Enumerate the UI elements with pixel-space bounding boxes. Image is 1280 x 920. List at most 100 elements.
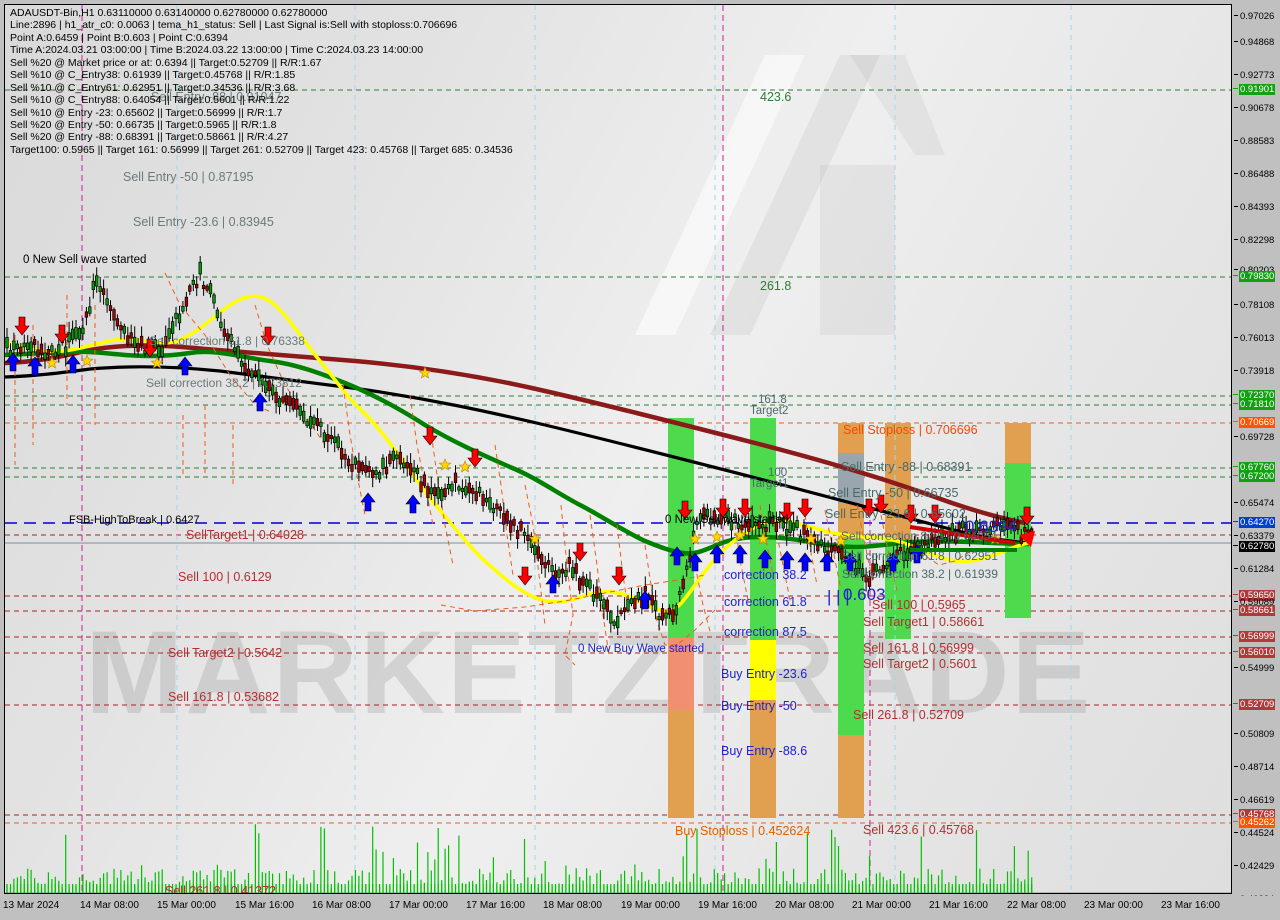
point-b-ticks: | | | [827, 587, 850, 606]
label-sell-target2-left: Sell Target2 | 0.5642 [168, 646, 283, 660]
header-line-11: Target100: 0.5965 || Target 161: 0.56999… [10, 143, 513, 156]
time-tick-9: 19 Mar 16:00 [698, 900, 757, 911]
tick-mark [1234, 206, 1238, 207]
label-target1-mid: Target1 [750, 478, 789, 490]
price-tick-13: 0.73918 [1233, 366, 1280, 377]
label-sell-correction-618: Sell correction 61.8 | 0.62951 [842, 549, 998, 563]
tick-mark [1234, 865, 1238, 866]
price-axis[interactable]: 0.97026 0.94868 0.92773 0.91901 0.90678 0.885… [1233, 4, 1280, 905]
time-tick-15: 23 Mar 16:00 [1161, 900, 1220, 911]
price-tick-label: 0.54999 [1240, 663, 1275, 674]
time-tick-8: 19 Mar 00:00 [621, 900, 680, 911]
tick-lead [1233, 88, 1238, 89]
price-tick-label: 0.70669 [1239, 417, 1276, 428]
header-line-5: Sell %10 @ C_Entry38: 0.61939 || Target:… [10, 69, 296, 82]
price-tick-7: 0.84393 [1233, 202, 1280, 213]
label-fsb-hightobreak: FSB-HighToBreak | 0.6427 [69, 514, 200, 526]
price-tick-5: 0.88583 [1233, 136, 1280, 147]
label-sell-2618-bottom: Sell 261.8 | 0.41372 [165, 884, 276, 894]
label-new-sell-wave-2: 0 New Sell wave started [665, 514, 789, 526]
price-tick-label: 0.92773 [1240, 70, 1275, 81]
price-tick-33: 0.48714 [1233, 762, 1280, 773]
tick-mark [1234, 140, 1238, 141]
time-tick-13: 22 Mar 08:00 [1007, 900, 1066, 911]
header-line-6: Sell %10 @ C_Entry61: 0.62951 || Target:… [10, 81, 296, 94]
price-tick-36: 0.45262 [1233, 817, 1280, 828]
header-line-4: Sell %20 @ Market price or at: 0.6394 ||… [10, 56, 322, 69]
price-tick-label: 0.45262 [1239, 817, 1276, 828]
label-sell-entry-88: Sell Entry -88 | 0.68391 [841, 460, 972, 474]
price-tick-15: 0.71810 [1233, 399, 1280, 410]
tick-mark [1234, 107, 1238, 108]
tick-lead [1233, 635, 1238, 636]
header-line-7: Sell %10 @ C_Entry88: 0.64054 || Target:… [10, 94, 290, 107]
label-target2-mid: Target2 [750, 405, 789, 417]
label-sell-target2-right: Sell Target2 | 0.5601 [863, 657, 978, 671]
label-sell-correction-382-left: Sell correction 38.2 | 0.73812 [146, 376, 302, 390]
price-tick-label: 0.46619 [1240, 795, 1275, 806]
tick-lead [1233, 609, 1238, 610]
label-sell-4236-right: Sell 423.6 | 0.45768 [863, 823, 974, 837]
tick-mark [1234, 799, 1238, 800]
price-tick-4: 0.90678 [1233, 103, 1280, 114]
price-tick-label: 0.61284 [1240, 564, 1275, 575]
price-tick-label: 0.78108 [1240, 300, 1275, 311]
price-tick-label: 0.82298 [1240, 235, 1275, 246]
tick-lead [1233, 651, 1238, 652]
time-tick-1: 14 Mar 08:00 [80, 900, 139, 911]
price-tick-20: 0.65474 [1233, 498, 1280, 509]
price-tick-label: 0.58661 [1239, 605, 1276, 616]
label-correction-875: correction 87.5 [724, 625, 807, 639]
chart-plot-area[interactable]: MARKETZTRADE Sell Entry -50 | 0.87195 Se… [4, 4, 1232, 894]
price-tick-29: 0.56010 [1233, 647, 1280, 658]
tick-lead [1233, 521, 1238, 522]
tick-lead [1233, 403, 1238, 404]
time-tick-10: 20 Mar 08:00 [775, 900, 834, 911]
label-sell-target1-right: Sell Target1 | 0.58661 [863, 615, 985, 629]
price-tick-21: 0.64270 [1233, 517, 1280, 528]
tick-mark [1234, 269, 1238, 270]
price-tick-1: 0.94868 [1233, 37, 1280, 48]
price-tick-label: 0.84393 [1240, 202, 1275, 213]
time-axis[interactable]: 13 Mar 2024 14 Mar 08:00 15 Mar 00:00 15 Ma… [0, 896, 1280, 920]
price-tick-label: 0.79830 [1239, 271, 1276, 282]
label-new-buy-wave: 0 New Buy Wave started [578, 643, 705, 655]
tick-mark [1234, 15, 1238, 16]
price-tick-label: 0.65474 [1240, 498, 1275, 509]
tick-lead [1233, 475, 1238, 476]
label-selltarget1: SellTarget1 | 0.64028 [186, 528, 304, 542]
label-fib-4236: 423.6 [760, 90, 792, 104]
price-tick-11: 0.78108 [1233, 300, 1280, 311]
price-tick-label: 0.62780 [1239, 541, 1276, 552]
label-sell-stoploss: Sell Stoploss | 0.706696 [843, 423, 978, 437]
tick-lead [1233, 421, 1238, 422]
tick-mark [1234, 568, 1238, 569]
price-tick-19: 0.67200 [1233, 471, 1280, 482]
tick-mark [1234, 304, 1238, 305]
price-tick-38: 0.42429 [1233, 861, 1280, 872]
label-buy-entry-886: Buy Entry -88.6 [721, 744, 808, 758]
price-tick-30: 0.54999 [1233, 663, 1280, 674]
label-sell-correction-382: Sell correction 38.2 | 0.61939 [842, 567, 998, 581]
trading-chart-window[interactable]: MARKETZTRADE Sell Entry -50 | 0.87195 Se… [0, 0, 1280, 920]
label-sell-1618-left: Sell 161.8 | 0.53682 [168, 690, 279, 704]
price-tick-label: 0.42429 [1240, 861, 1275, 872]
tick-mark [1234, 337, 1238, 338]
header-line-0: ADAUSDT-Bin,H1 0.63110000 0.63140000 0.6… [10, 7, 328, 19]
label-sell-entry-50-top: Sell Entry -50 | 0.87195 [123, 170, 254, 184]
time-tick-0: 13 Mar 2024 [3, 900, 60, 911]
header-line-8: Sell %10 @ Entry -23: 0.65602 || Target:… [10, 106, 283, 119]
time-tick-marks [0, 896, 1280, 900]
tick-mark [1234, 766, 1238, 767]
price-tick-label: 0.56010 [1239, 647, 1276, 658]
label-sell-100-left: Sell 100 | 0.6129 [178, 570, 272, 584]
label-point-c-value: 0.6394 [965, 517, 1017, 536]
label-sell-100-right: Sell 100 | 0.5965 [872, 598, 966, 612]
price-tick-label: 0.64270 [1239, 517, 1276, 528]
price-tick-17: 0.69728 [1233, 432, 1280, 443]
price-tick-6: 0.86488 [1233, 169, 1280, 180]
tick-lead [1233, 394, 1238, 395]
price-tick-label: 0.97026 [1240, 11, 1275, 22]
time-tick-12: 21 Mar 16:00 [929, 900, 988, 911]
header-line-1: Line:2896 | h1_atr_c0: 0.0063 | tema_h1_… [10, 19, 458, 32]
